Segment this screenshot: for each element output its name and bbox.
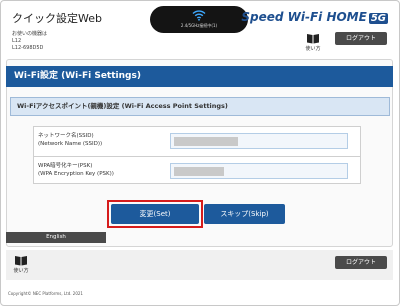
psk-label: WPA暗号化キー(PSK) (WPA Encryption Key (PSK)) bbox=[38, 162, 158, 178]
manual-button-bottom[interactable]: 使い方 bbox=[11, 255, 31, 277]
psk-input[interactable] bbox=[170, 163, 348, 179]
logout-button-bottom[interactable]: ログアウト bbox=[335, 256, 387, 269]
device-info: お使いの機器は L12 L12-698D5D bbox=[12, 31, 47, 52]
wifi-icon bbox=[192, 10, 206, 21]
brand-badge: 5G bbox=[368, 13, 388, 24]
manual-button-top[interactable]: 使い方 bbox=[303, 33, 323, 55]
book-icon bbox=[307, 34, 319, 44]
device-serial: L12-698D5D bbox=[12, 45, 44, 51]
ssid-label: ネットワーク名(SSID) (Network Name (SSID)) bbox=[38, 132, 158, 148]
logout-button-top[interactable]: ログアウト bbox=[335, 32, 387, 45]
manual-label: 使い方 bbox=[305, 46, 321, 52]
book-icon bbox=[15, 256, 27, 266]
english-button[interactable]: English bbox=[6, 232, 106, 243]
device-label: お使いの機器は bbox=[12, 31, 48, 37]
copyright: Copyright© NEC Platforms, Ltd. 2021 bbox=[8, 291, 83, 296]
psk-value-redacted bbox=[174, 167, 224, 176]
section-title: Wi-Fi設定 (Wi-Fi Settings) bbox=[6, 66, 393, 87]
set-button[interactable]: 変更(Set) bbox=[111, 204, 199, 224]
ssid-label-ja: ネットワーク名(SSID) bbox=[38, 133, 94, 139]
ssid-value-redacted bbox=[174, 137, 238, 146]
app-title: クイック設定Web bbox=[12, 12, 102, 25]
brand-text: Speed Wi-Fi HOME bbox=[241, 10, 367, 24]
ssid-input[interactable] bbox=[170, 133, 348, 149]
brand-logo: Speed Wi-Fi HOME 5G bbox=[241, 10, 388, 24]
manual-label: 使い方 bbox=[13, 268, 29, 274]
device-model: L12 bbox=[12, 38, 22, 44]
router-status-text: 2.4/5GHz接続中(1) bbox=[180, 23, 218, 28]
ssid-row: ネットワーク名(SSID) (Network Name (SSID)) bbox=[34, 127, 360, 156]
wifi-settings-form: ネットワーク名(SSID) (Network Name (SSID)) WPA暗… bbox=[33, 126, 361, 184]
psk-label-ja: WPA暗号化キー(PSK) bbox=[38, 163, 93, 169]
psk-label-en: (WPA Encryption Key (PSK)) bbox=[38, 171, 114, 177]
subsection-title: Wi-Fiアクセスポイント(親機)設定 (Wi-Fi Access Point … bbox=[10, 97, 390, 116]
router-status-image: 2.4/5GHz接続中(1) bbox=[150, 6, 248, 33]
ssid-label-en: (Network Name (SSID)) bbox=[38, 141, 103, 147]
psk-row: WPA暗号化キー(PSK) (WPA Encryption Key (PSK)) bbox=[34, 156, 360, 185]
skip-button[interactable]: スキップ(Skip) bbox=[204, 204, 285, 224]
